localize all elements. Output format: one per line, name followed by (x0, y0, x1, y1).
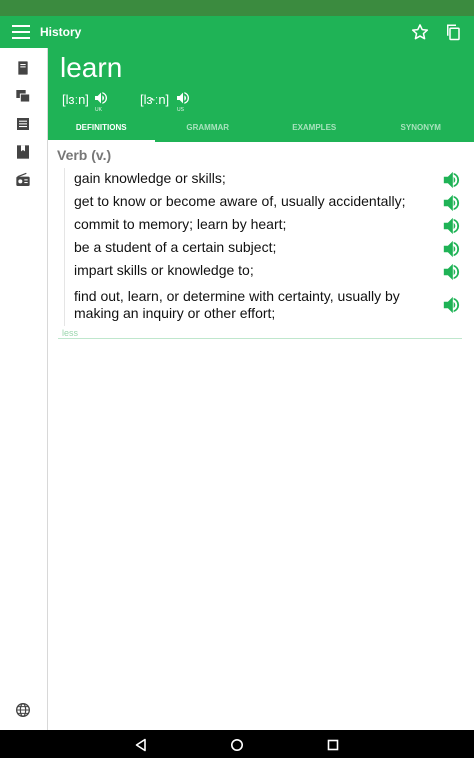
speaker-us-icon[interactable] (175, 90, 191, 106)
speaker-icon[interactable] (442, 217, 462, 235)
definition-item: commit to memory; learn by heart; (65, 214, 462, 237)
list-icon[interactable] (15, 116, 31, 132)
speaker-icon[interactable] (442, 296, 462, 314)
pronunciation-uk: [lɜːn] (62, 92, 89, 107)
recents-icon[interactable] (326, 738, 340, 752)
headword: learn (60, 52, 123, 83)
menu-icon[interactable] (12, 25, 30, 39)
definition-item: be a student of a certain subject; (65, 237, 462, 260)
back-icon[interactable] (134, 738, 148, 752)
speaker-icon[interactable] (442, 240, 462, 258)
app-bar: History (0, 16, 474, 48)
sidebar (0, 48, 48, 730)
definition-text: commit to memory; learn by heart; (74, 216, 287, 232)
home-icon[interactable] (230, 738, 244, 752)
definition-text: gain knowledge or skills; (74, 170, 226, 186)
part-of-speech: Verb (v.) (57, 147, 112, 163)
tab-bar: DEFINITIONS GRAMMAR EXAMPLES SYNONYM (48, 118, 474, 142)
tab-examples[interactable]: EXAMPLES (261, 118, 368, 142)
definition-text: impart skills or knowledge to; (74, 262, 254, 278)
definition-item: gain knowledge or skills; (65, 168, 462, 191)
definition-item: get to know or become aware of, usually … (65, 191, 462, 214)
book-icon[interactable] (15, 60, 31, 76)
system-nav-bar (0, 730, 474, 758)
globe-icon[interactable] (15, 702, 31, 718)
copy-icon[interactable] (444, 23, 462, 41)
speaker-icon[interactable] (442, 171, 462, 189)
app-title: History (40, 25, 82, 39)
star-icon[interactable] (411, 23, 429, 41)
status-bar (0, 0, 474, 16)
tab-definitions[interactable]: DEFINITIONS (48, 118, 155, 142)
definition-text: find out, learn, or determine with certa… (74, 288, 400, 321)
tab-grammar[interactable]: GRAMMAR (155, 118, 262, 142)
region-tag-uk: UK (95, 107, 102, 113)
radio-icon[interactable] (15, 172, 31, 188)
pronunciation-us: [lɝːn] (140, 92, 170, 107)
divider (58, 338, 462, 339)
region-tag-us: US (177, 107, 184, 113)
definition-list: gain knowledge or skills; get to know or… (64, 168, 462, 326)
tab-synonym[interactable]: SYNONYM (368, 118, 474, 142)
definition-text: be a student of a certain subject; (74, 239, 277, 255)
definition-item: find out, learn, or determine with certa… (65, 283, 462, 326)
less-link[interactable]: less (62, 328, 78, 338)
speaker-uk-icon[interactable] (93, 90, 109, 106)
word-header: learn [lɜːn] UK [lɝːn] US DEFINITIONS GR… (48, 48, 474, 142)
definitions-panel: Verb (v.) gain knowledge or skills; get … (48, 142, 474, 730)
bookmark-icon[interactable] (15, 144, 31, 160)
speaker-icon[interactable] (442, 263, 462, 281)
flashcards-icon[interactable] (15, 88, 31, 104)
speaker-icon[interactable] (442, 194, 462, 212)
definition-item: impart skills or knowledge to; (65, 260, 462, 283)
definition-text: get to know or become aware of, usually … (74, 193, 406, 209)
